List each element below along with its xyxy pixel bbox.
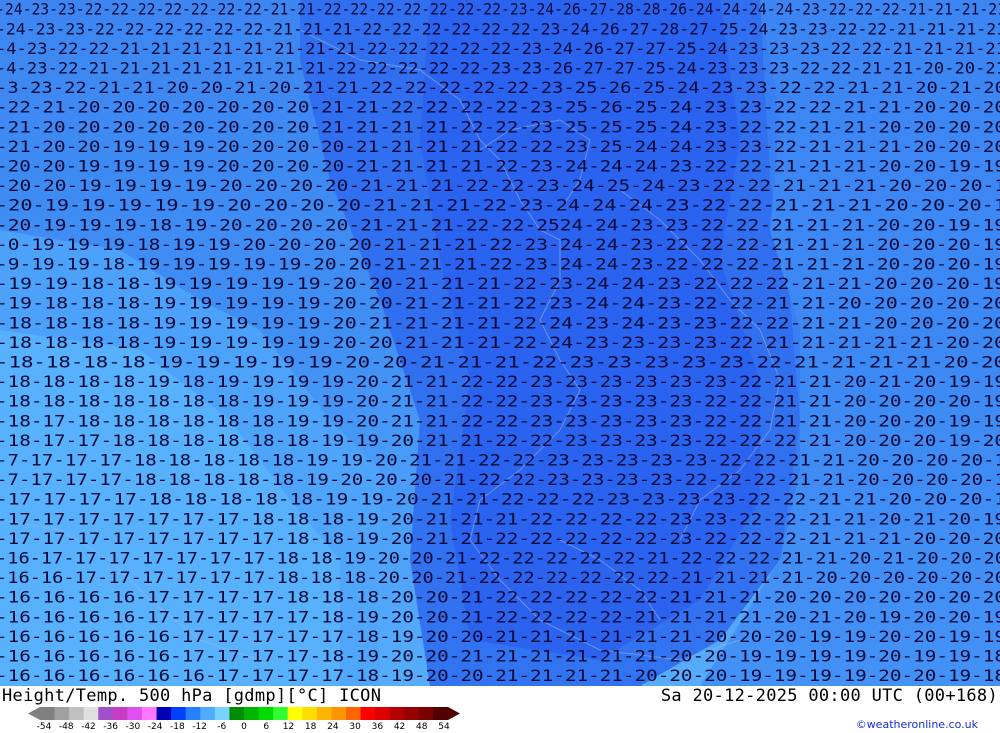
- contour-label-row: -17-17-17-17-17-17-17-17-18-18-19-20-21-…: [0, 529, 1000, 548]
- contour-label-row: -20-19-19-19-19-19-20-20-20-20-21-21-21-…: [0, 196, 1000, 215]
- map-title: Height/Temp. 500 hPa [gdmp][°C] ICON: [2, 686, 382, 706]
- contour-label-row: -18-18-18-18-19-18-19-19-19-19-20-21-21-…: [0, 372, 1000, 391]
- legend-swatch: [229, 707, 245, 720]
- legend-swatch: [433, 707, 449, 720]
- legend-tick-label: 0: [241, 722, 247, 732]
- contour-label-row: -21-20-20-19-19-19-20-20-20-20-21-21-21-…: [0, 137, 1000, 156]
- contour-label-row: -16-17-17-17-17-17-17-17-18-18-19-20-20-…: [0, 549, 1000, 568]
- contour-label-row: -7-17-17-17-18-18-18-18-18-19-20-20-20-2…: [0, 470, 1000, 489]
- contour-label-row: -24-23-23-22-22-22-22-22-22-21-21-21-22-…: [0, 19, 1000, 38]
- legend-arrow-left: [28, 707, 40, 720]
- legend-tick-label: 36: [371, 722, 384, 732]
- contour-label-row: -16-16-16-16-16-17-17-17-17-18-19-20-20-…: [0, 647, 1000, 666]
- legend-tick-label: 48: [416, 722, 428, 732]
- legend-swatch: [214, 707, 230, 720]
- contour-label-row: -20-20-19-19-19-19-20-20-20-20-21-21-21-…: [0, 157, 1000, 176]
- legend-tick-label: 30: [349, 722, 361, 732]
- legend-tick-label: 6: [263, 722, 270, 732]
- legend-swatch: [302, 707, 318, 720]
- contour-label-row: -18-18-18-18-19-19-19-19-19-20-20-21-21-…: [0, 333, 1000, 352]
- legend-swatch: [200, 707, 216, 720]
- contour-label-row: -20-20-19-19-19-19-20-20-20-20-21-21-21-…: [0, 176, 1000, 195]
- legend-tick-label: 24: [327, 722, 339, 732]
- legend-swatch: [142, 707, 158, 720]
- legend-swatch: [346, 707, 362, 720]
- contour-label-row: -4-23-22-21-21-21-21-21-21-21-21-22-22-2…: [0, 59, 1000, 78]
- contour-label-row: -19-18-18-18-19-19-19-19-19-20-20-21-21-…: [0, 294, 1000, 313]
- contour-labels: -24-23-23-22-22-22-22-22-22-22-21-21-22-…: [0, 0, 1000, 685]
- credit-link[interactable]: ©weatheronline.co.uk: [856, 718, 978, 731]
- legend-tick-label: -42: [81, 722, 96, 732]
- contour-label-row: -16-16-16-16-16-16-17-17-17-17-18-19-20-…: [0, 666, 1000, 685]
- contour-label-row: -19-19-18-18-19-19-19-19-19-20-20-21-21-…: [0, 274, 1000, 293]
- legend-swatch: [273, 707, 289, 720]
- legend-tick-label: 12: [282, 722, 295, 732]
- legend-swatch: [389, 707, 405, 720]
- contour-label-row: -4-23-22-22-21-21-21-21-21-21-21-21-22-2…: [0, 39, 1000, 58]
- color-legend-ticks: -54 -48 -42 -36 -30 -24 -18 -12 -6 0 6 12 18 24 30 36 42…: [28, 722, 460, 733]
- color-legend-bar: [28, 707, 460, 720]
- legend-tick-label: -6: [217, 722, 227, 732]
- legend-swatch: [127, 707, 143, 720]
- contour-label-row: -16-16-16-16-17-17-17-17-17-18-19-20-20-…: [0, 607, 1000, 626]
- contour-label-row: -17-17-17-17-17-17-17-18-18-18-19-20-21-…: [0, 509, 1000, 528]
- legend-tick-label: 54: [438, 722, 450, 732]
- legend-swatch: [185, 707, 201, 720]
- legend-swatch: [404, 707, 420, 720]
- legend-tick-label: -18: [169, 722, 185, 732]
- legend-tick-label: 42: [393, 722, 406, 732]
- legend-tick-label: -12: [192, 722, 207, 732]
- weather-map: -24-23-23-22-22-22-22-22-22-22-21-21-22-…: [0, 0, 1000, 686]
- legend-swatch: [287, 707, 303, 720]
- contour-label-row: -18-18-18-18-18-18-18-19-19-19-20-21-21-…: [0, 392, 1000, 411]
- contour-label-row: -18-18-18-18-19-19-19-19-19-20-21-21-21-…: [0, 313, 1000, 332]
- legend-tick-label: -24: [147, 722, 163, 732]
- map-footer: Height/Temp. 500 hPa [gdmp][°C] ICON Sa …: [0, 686, 1000, 733]
- contour-label-row: -16-16-16-16-17-17-17-17-18-18-18-20-20-…: [0, 588, 1000, 607]
- map-canvas: -24-23-23-22-22-22-22-22-22-22-21-21-22-…: [0, 0, 1000, 686]
- legend-arrow-right: [448, 707, 460, 720]
- legend-swatch: [112, 707, 128, 720]
- contour-label-row: -16-16-17-17-17-17-17-17-18-18-18-20-20-…: [0, 568, 1000, 587]
- legend-tick-label: -36: [103, 722, 119, 732]
- contour-label-row: -18-17-18-18-18-18-18-18-19-19-20-21-21-…: [0, 411, 1000, 430]
- contour-label-row: -18-17-17-18-18-18-18-18-18-19-19-20-21-…: [0, 431, 1000, 450]
- contour-label-row: -18-18-18-18-19-19-19-19-19-20-20-21-21-…: [0, 353, 1000, 372]
- legend-swatch: [83, 707, 99, 720]
- legend-tick-label: -54: [36, 722, 52, 732]
- legend-swatch: [156, 707, 172, 720]
- contour-label-row: -22-21-20-20-20-20-20-20-20-21-21-22-22-…: [0, 98, 1000, 117]
- legend-swatch: [316, 707, 332, 720]
- contour-label-row: -21-20-20-20-20-20-20-20-20-21-21-21-21-…: [0, 117, 1000, 136]
- legend-swatch: [98, 707, 114, 720]
- contour-label-row: -24-23-23-22-22-22-22-22-22-22-21-21-22-…: [0, 0, 1000, 19]
- legend-swatch: [360, 707, 376, 720]
- contour-label-row: -20-19-19-19-18-19-20-20-20-20-21-21-21-…: [0, 215, 1000, 234]
- contour-label-row: -0-19-19-19-18-19-19-20-20-20-20-21-21-2…: [0, 235, 1000, 254]
- legend-tick-label: -48: [58, 722, 74, 732]
- contour-label-row: -3-23-22-21-21-20-20-21-20-21-21-22-22-2…: [0, 78, 1000, 97]
- legend-swatch: [171, 707, 187, 720]
- legend-swatch: [331, 707, 347, 720]
- contour-label-row: -17-17-17-17-18-18-18-18-18-19-19-20-21-…: [0, 490, 1000, 509]
- legend-swatch: [418, 707, 434, 720]
- contour-label-row: -16-16-16-16-16-17-17-17-17-17-18-19-20-…: [0, 627, 1000, 646]
- contour-label-row: -7-17-17-17-18-18-18-18-18-19-19-20-21-2…: [0, 451, 1000, 470]
- legend-swatch: [69, 707, 85, 720]
- legend-swatch: [244, 707, 260, 720]
- legend-tick-label: -30: [125, 722, 141, 732]
- legend-swatch: [54, 707, 70, 720]
- contour-label-row: -9-19-19-18-19-19-19-19-19-20-20-21-21-2…: [0, 255, 1000, 274]
- map-datetime: Sa 20-12-2025 00:00 UTC (00+168): [660, 686, 998, 706]
- legend-swatch: [375, 707, 391, 720]
- legend-swatch: [258, 707, 274, 720]
- legend-swatch: [40, 707, 56, 720]
- legend-tick-label: 18: [304, 722, 317, 732]
